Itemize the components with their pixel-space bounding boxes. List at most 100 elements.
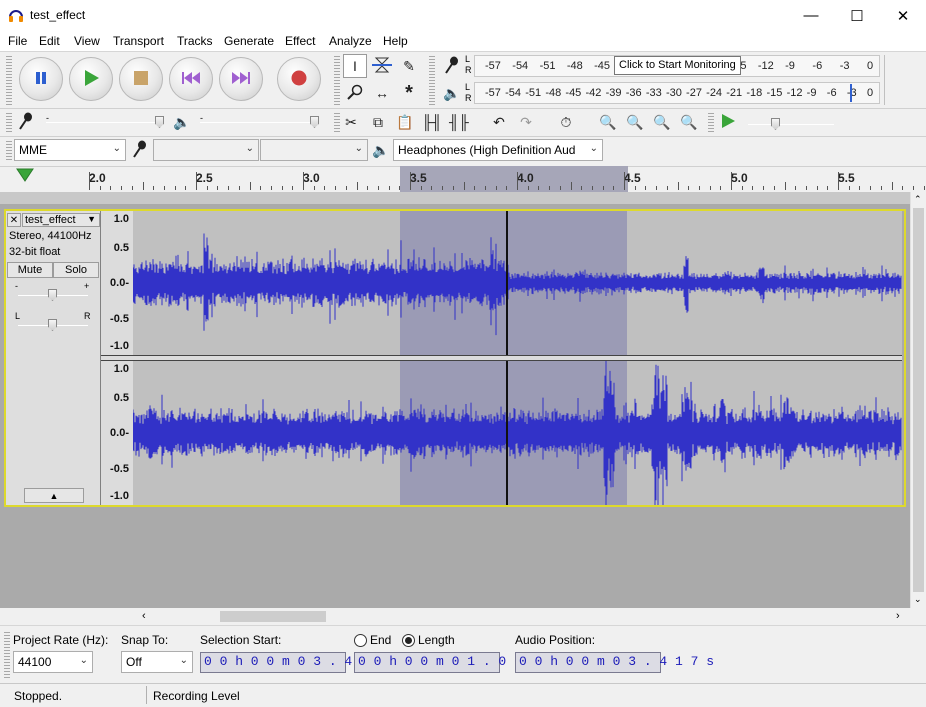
- skip-to-end-button[interactable]: [219, 57, 263, 101]
- multi-tool-button[interactable]: *: [397, 81, 421, 105]
- redo-button[interactable]: ↷: [514, 110, 538, 134]
- close-window-button[interactable]: ✕: [880, 0, 926, 31]
- menu-edit[interactable]: Edit: [39, 34, 60, 48]
- toolbar-grip[interactable]: [4, 630, 10, 678]
- track-control-panel: ✕ test_effect ▼ Stereo, 44100Hz 32-bit f…: [6, 211, 101, 505]
- ruler-tick: [495, 186, 497, 190]
- playback-device-select[interactable]: Headphones (High Definition Aud ⌄: [393, 139, 603, 161]
- timeline-play-head-button[interactable]: [13, 167, 41, 191]
- mute-button[interactable]: Mute: [7, 262, 53, 278]
- scroll-down-icon[interactable]: ⌄: [914, 594, 922, 605]
- selection-start-time[interactable]: 0 0 h 0 0 m 0 3 . 4 1 7 s: [200, 652, 399, 673]
- toolbar-grip[interactable]: [6, 112, 12, 132]
- toolbar-grip[interactable]: [6, 55, 12, 105]
- record-meter-button[interactable]: [440, 54, 464, 78]
- playback-volume-slider[interactable]: [200, 122, 318, 123]
- menu-help[interactable]: Help: [383, 34, 408, 48]
- ruler-tick: [634, 186, 636, 190]
- toolbar-grip[interactable]: [334, 55, 340, 105]
- recording-device-select[interactable]: ⌄: [153, 139, 259, 161]
- scroll-right-icon[interactable]: ›: [896, 610, 900, 622]
- envelope-tool-button[interactable]: [370, 54, 394, 78]
- ruler-tick: [848, 186, 850, 190]
- ruler-tick: [549, 186, 551, 190]
- stop-button[interactable]: [119, 57, 163, 101]
- audio-position-time[interactable]: 0 0 h 0 0 m 0 3 . 4 1 7 s: [515, 652, 714, 673]
- scroll-up-icon[interactable]: ⌃: [914, 194, 922, 205]
- project-rate-select[interactable]: 44100 ⌄: [13, 651, 93, 673]
- track-name-menu[interactable]: test_effect ▼: [22, 213, 100, 227]
- menu-file[interactable]: File: [8, 34, 27, 48]
- zoom-in-button[interactable]: 🔍: [596, 110, 620, 134]
- paste-button[interactable]: 📋: [393, 110, 417, 134]
- ruler-tick: [741, 186, 743, 190]
- zoom-tool-button[interactable]: [343, 81, 367, 105]
- menu-tracks[interactable]: Tracks: [177, 34, 213, 48]
- ruler-tick: [891, 182, 893, 190]
- play-at-speed-button[interactable]: [716, 110, 740, 134]
- pan-left-label: L: [15, 311, 21, 321]
- menu-effect[interactable]: Effect: [285, 34, 315, 48]
- toolbar-grip[interactable]: [429, 55, 435, 105]
- channel-left-vertical-ruler[interactable]: 1.0 0.5 0.0- -0.5 -1.0: [101, 211, 133, 355]
- ruler-tick: [912, 186, 914, 190]
- close-track-button[interactable]: ✕: [7, 213, 21, 227]
- trim-button[interactable]: ╟╢: [420, 110, 444, 134]
- ruler-tick: [474, 186, 476, 190]
- undo-button[interactable]: ↶: [487, 110, 511, 134]
- draw-tool-button[interactable]: ✎: [397, 54, 421, 78]
- waveform-channel-right[interactable]: [133, 361, 902, 505]
- gain-slider-thumb[interactable]: [48, 289, 57, 301]
- pan-slider-thumb[interactable]: [48, 319, 57, 331]
- menu-view[interactable]: View: [74, 34, 100, 48]
- collapse-track-button[interactable]: ▲: [24, 488, 84, 503]
- snap-to-select[interactable]: Off ⌄: [121, 651, 193, 673]
- project-rate-label: Project Rate (Hz):: [13, 633, 109, 647]
- copy-button[interactable]: ⧉: [366, 110, 390, 134]
- selection-length-time[interactable]: 0 0 h 0 0 m 0 1 . 0 6 8 s: [354, 652, 553, 673]
- recording-channels-select[interactable]: ⌄: [260, 139, 368, 161]
- fit-selection-button[interactable]: 🔍: [650, 110, 674, 134]
- menu-analyze[interactable]: Analyze: [329, 34, 372, 48]
- toolbar-grip[interactable]: [708, 112, 714, 132]
- play-button[interactable]: [69, 57, 113, 101]
- envelope-icon: [372, 56, 392, 77]
- vertical-scroll-thumb[interactable]: [913, 208, 924, 592]
- sync-lock-button[interactable]: ⏱: [554, 110, 578, 134]
- scroll-left-icon[interactable]: ‹: [142, 610, 146, 622]
- selection-tool-button[interactable]: I: [343, 54, 367, 78]
- zoom-out-button[interactable]: 🔍: [623, 110, 647, 134]
- silence-button[interactable]: ╢╟: [447, 110, 471, 134]
- menu-generate[interactable]: Generate: [224, 34, 274, 48]
- waveform-channel-left[interactable]: [133, 211, 902, 355]
- toolbar-grip[interactable]: [6, 140, 12, 160]
- time-shift-tool-button[interactable]: ↔: [370, 81, 394, 105]
- length-radio[interactable]: [402, 634, 415, 647]
- play-icon: [721, 113, 735, 131]
- speaker-icon: 🔈: [173, 113, 191, 130]
- cut-button[interactable]: ✂: [339, 110, 363, 134]
- record-button[interactable]: [277, 57, 321, 101]
- audio-host-select[interactable]: MME ⌄: [14, 139, 126, 161]
- horizontal-scroll-thumb[interactable]: [220, 611, 326, 622]
- skip-to-start-button[interactable]: [169, 57, 213, 101]
- ruler-tick: [517, 172, 518, 190]
- fit-project-button[interactable]: 🔍: [677, 110, 701, 134]
- minimize-button[interactable]: —: [788, 0, 834, 31]
- ruler-tick: [431, 186, 433, 190]
- solo-button[interactable]: Solo: [53, 262, 99, 278]
- menu-transport[interactable]: Transport: [113, 34, 164, 48]
- recording-volume-slider[interactable]: [46, 122, 164, 123]
- play-speed-slider[interactable]: [748, 124, 834, 125]
- channel-right-vertical-ruler[interactable]: 1.0 0.5 0.0- -0.5 -1.0: [101, 361, 133, 505]
- end-radio[interactable]: [354, 634, 367, 647]
- playback-level-meter[interactable]: -57 -54 -51 -48 -45 -42 -39 -36 -33 -30 -27 -24 -21-…: [474, 82, 880, 104]
- vertical-scrollbar[interactable]: ⌃ ⌄: [910, 192, 926, 608]
- speaker-icon: 🔈: [372, 141, 390, 158]
- maximize-button[interactable]: ☐: [834, 0, 880, 31]
- pause-button[interactable]: [19, 57, 63, 101]
- ruler-tick: [698, 186, 700, 190]
- meter-tick-label: -3: [839, 60, 850, 72]
- play-meter-button[interactable]: 🔈: [440, 81, 464, 105]
- ruler-tick: [153, 186, 155, 190]
